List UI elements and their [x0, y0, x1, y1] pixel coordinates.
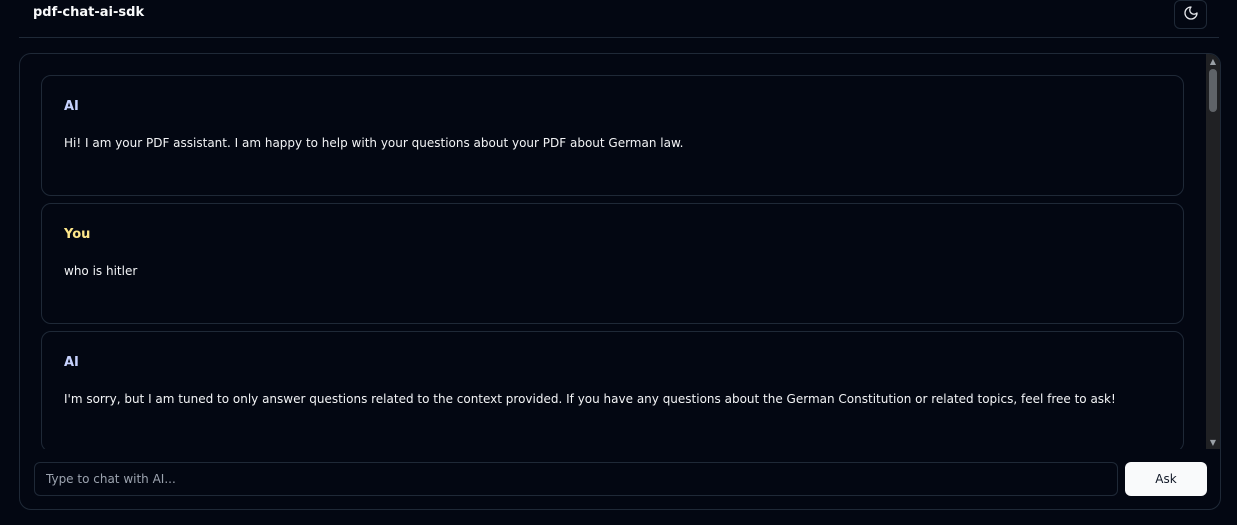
message-role: You — [64, 227, 91, 242]
message-list-scrollbar[interactable]: ▲ ▼ — [1206, 54, 1220, 449]
app-header: pdf-chat-ai-sdk — [19, 0, 1219, 38]
message-text: who is hitler — [64, 264, 138, 278]
message-card-ai: AI I'm sorry, but I am tuned to only ans… — [41, 331, 1184, 449]
message-text: Hi! I am your PDF assistant. I am happy … — [64, 136, 684, 150]
scroll-up-arrow-icon[interactable]: ▲ — [1206, 55, 1220, 67]
chat-input[interactable] — [34, 462, 1118, 496]
message-card-ai: AI Hi! I am your PDF assistant. I am hap… — [41, 75, 1184, 196]
message-card-user: You who is hitler — [41, 203, 1184, 324]
theme-toggle-button[interactable] — [1174, 0, 1207, 29]
scroll-down-arrow-icon[interactable]: ▼ — [1206, 436, 1220, 448]
chat-input-row: Ask — [34, 462, 1207, 496]
ask-button[interactable]: Ask — [1125, 462, 1207, 496]
message-list[interactable]: AI Hi! I am your PDF assistant. I am hap… — [20, 54, 1206, 449]
app-title: pdf-chat-ai-sdk — [33, 5, 145, 20]
message-role: AI — [64, 99, 79, 114]
chat-panel: AI Hi! I am your PDF assistant. I am hap… — [19, 53, 1221, 510]
moon-icon — [1183, 5, 1199, 24]
message-role: AI — [64, 355, 79, 370]
scrollbar-thumb[interactable] — [1209, 69, 1217, 112]
message-text: I'm sorry, but I am tuned to only answer… — [64, 392, 1116, 406]
